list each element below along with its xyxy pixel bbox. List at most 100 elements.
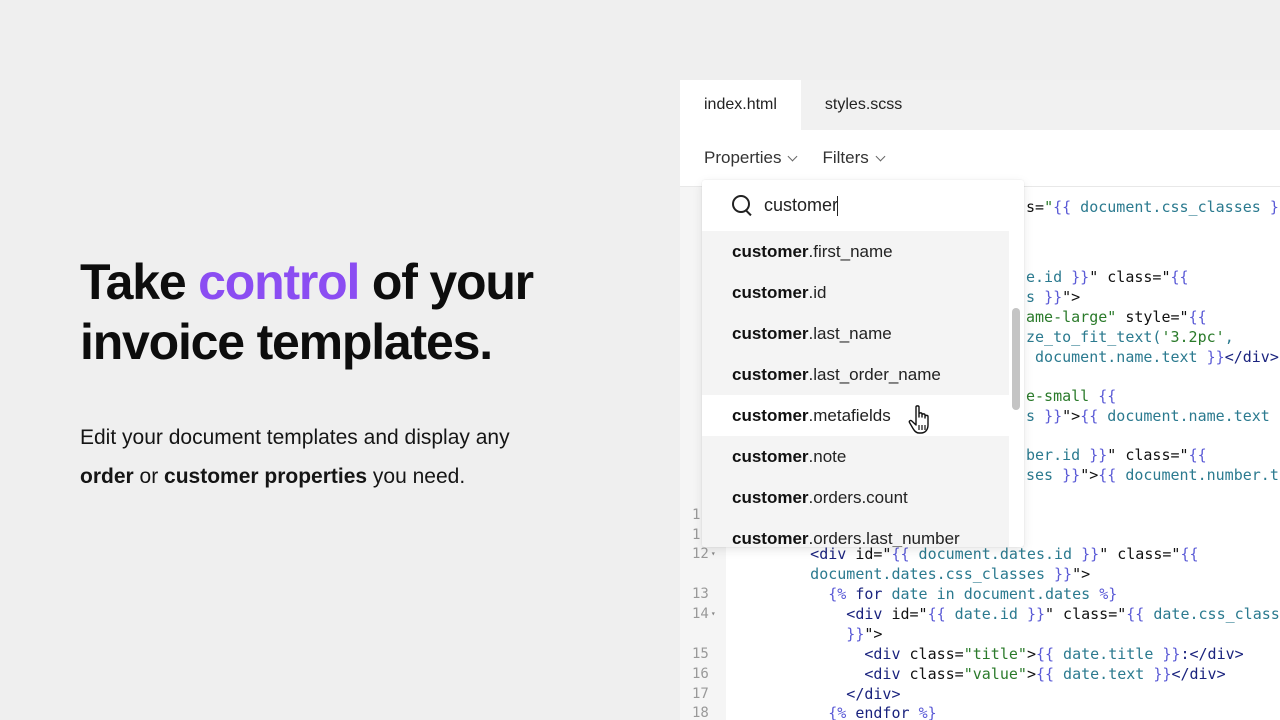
property-option[interactable]: customer .id — [702, 272, 1009, 313]
code-token: document.name.text — [1026, 348, 1207, 366]
chevron-down-icon — [875, 151, 886, 161]
code-token: {{ — [1126, 605, 1145, 623]
property-option[interactable]: customer .note — [702, 436, 1009, 477]
option-rest: .id — [808, 282, 827, 302]
properties-dropdown[interactable]: Properties — [704, 148, 798, 168]
line-number: 17 — [692, 686, 709, 702]
code-token: document.dates.css_classes — [756, 565, 1055, 583]
code-token: document.dates.id — [909, 545, 1082, 563]
code-token: }} — [1081, 545, 1100, 563]
option-match: customer — [732, 323, 809, 343]
code-text: s="{{ document.css_classes } — [1026, 197, 1279, 217]
code-token: ame-large" — [1026, 308, 1117, 326]
code-text: </div> — [756, 684, 900, 704]
code-token: s — [1026, 407, 1045, 425]
code-token: "> — [1072, 565, 1091, 583]
property-option[interactable]: customer .last_name — [702, 313, 1009, 354]
code-token: }} — [1206, 348, 1225, 366]
code-token: "title" — [963, 645, 1027, 663]
property-option[interactable]: customer .orders.last_number — [702, 518, 1009, 547]
code-token: {{ — [1188, 446, 1207, 464]
code-token: }} — [756, 625, 865, 643]
headline-accent: control — [198, 254, 360, 310]
code-token: "> — [1062, 288, 1081, 306]
sub-text: you need. — [367, 465, 466, 488]
option-match: customer — [732, 487, 809, 507]
fold-arrow-icon[interactable]: ▾ — [711, 609, 716, 618]
code-token: " — [1044, 198, 1054, 216]
code-token: {{ — [927, 605, 946, 623]
code-token: {% — [756, 704, 847, 720]
fold-arrow-icon[interactable]: ▾ — [711, 549, 716, 558]
code-token: {{ — [1080, 407, 1099, 425]
code-text: {% for date in document.dates %} — [756, 584, 1117, 604]
code-token: }} — [1044, 288, 1063, 306]
code-token: > — [1026, 645, 1036, 663]
filters-label: Filters — [822, 148, 869, 167]
code-token: {{ — [1035, 665, 1055, 683]
code-token: <div — [756, 545, 856, 563]
code-token: for — [846, 585, 892, 603]
property-list: customer .first_name customer .id customer .l… — [702, 231, 1009, 547]
search-icon — [732, 194, 754, 217]
code-token: class= — [909, 645, 964, 663]
code-token: date.id — [945, 605, 1027, 623]
code-text: <div id="{{ document.dates.id }}" class=… — [756, 544, 1199, 564]
code-token: }} — [1062, 466, 1081, 484]
tab-styles-scss[interactable]: styles.scss — [801, 80, 926, 130]
code-token: id=" — [891, 605, 928, 623]
code-token: {{ — [1180, 545, 1199, 563]
code-token: style=" — [1116, 308, 1189, 326]
code-token: " class=" — [1089, 268, 1171, 286]
code-token: document.css_classes — [1071, 198, 1270, 216]
code-token: ses — [1026, 466, 1063, 484]
code-text: ber.id }}" class="{{ — [1026, 445, 1207, 465]
option-rest: .last_order_name — [808, 364, 941, 384]
filters-dropdown[interactable]: Filters — [822, 148, 886, 168]
code-token: </div> — [1224, 348, 1279, 366]
code-token: {{ — [1053, 198, 1072, 216]
headline-text: Take — [80, 254, 199, 310]
code-token: } — [1269, 198, 1279, 216]
code-token: document.name.text — [1098, 407, 1270, 425]
line-number: 16 — [692, 666, 709, 682]
code-token: {{ — [1188, 308, 1207, 326]
code-token: class= — [909, 665, 964, 683]
property-option[interactable]: customer .metafields — [702, 395, 1009, 436]
code-token: }} — [1071, 268, 1090, 286]
search-bar: customer — [702, 180, 1024, 231]
property-option[interactable]: customer .last_order_name — [702, 354, 1009, 395]
sub-bold-customer: customer properties — [164, 465, 368, 488]
code-token: ber.id — [1026, 446, 1090, 464]
option-match: customer — [732, 528, 809, 548]
code-token: date in document.dates — [891, 585, 1100, 603]
code-text: <div class="value">{{ date.text }}</div> — [756, 664, 1225, 684]
line-number: 18 — [692, 705, 709, 720]
text-caret — [837, 195, 839, 216]
code-token: {{ — [1098, 466, 1117, 484]
editor-tabs: index.html styles.scss — [680, 80, 1280, 130]
option-match: customer — [732, 241, 809, 261]
option-rest: .note — [808, 446, 847, 466]
code-token: "value" — [963, 665, 1027, 683]
property-option[interactable]: customer .first_name — [702, 231, 1009, 272]
search-input[interactable]: customer — [764, 195, 838, 216]
headline: Take control of your invoice templates. — [80, 252, 620, 372]
properties-label: Properties — [704, 148, 782, 167]
sub-text: or — [133, 465, 165, 488]
code-text: ze_to_fit_text('3.2pc', — [1026, 327, 1234, 347]
sub-line1: Edit your document templates and display… — [80, 426, 510, 449]
code-text: ses }}">{{ document.number.t — [1026, 465, 1279, 485]
property-option[interactable]: customer .orders.count — [702, 477, 1009, 518]
scrollbar[interactable] — [1012, 308, 1020, 410]
code-token: }} — [1153, 665, 1172, 683]
code-token: <div — [756, 645, 910, 663]
code-text: <div class="title">{{ date.title }}:</di… — [756, 644, 1243, 664]
code-token: }} — [1162, 645, 1181, 663]
code-token: document.number.t — [1116, 466, 1279, 484]
tab-index-html[interactable]: index.html — [680, 80, 801, 130]
headline-line2: invoice templates. — [80, 314, 493, 370]
line-number: 12 ▾ — [692, 546, 716, 562]
code-token: <div — [756, 665, 910, 683]
chevron-down-icon — [788, 151, 798, 161]
